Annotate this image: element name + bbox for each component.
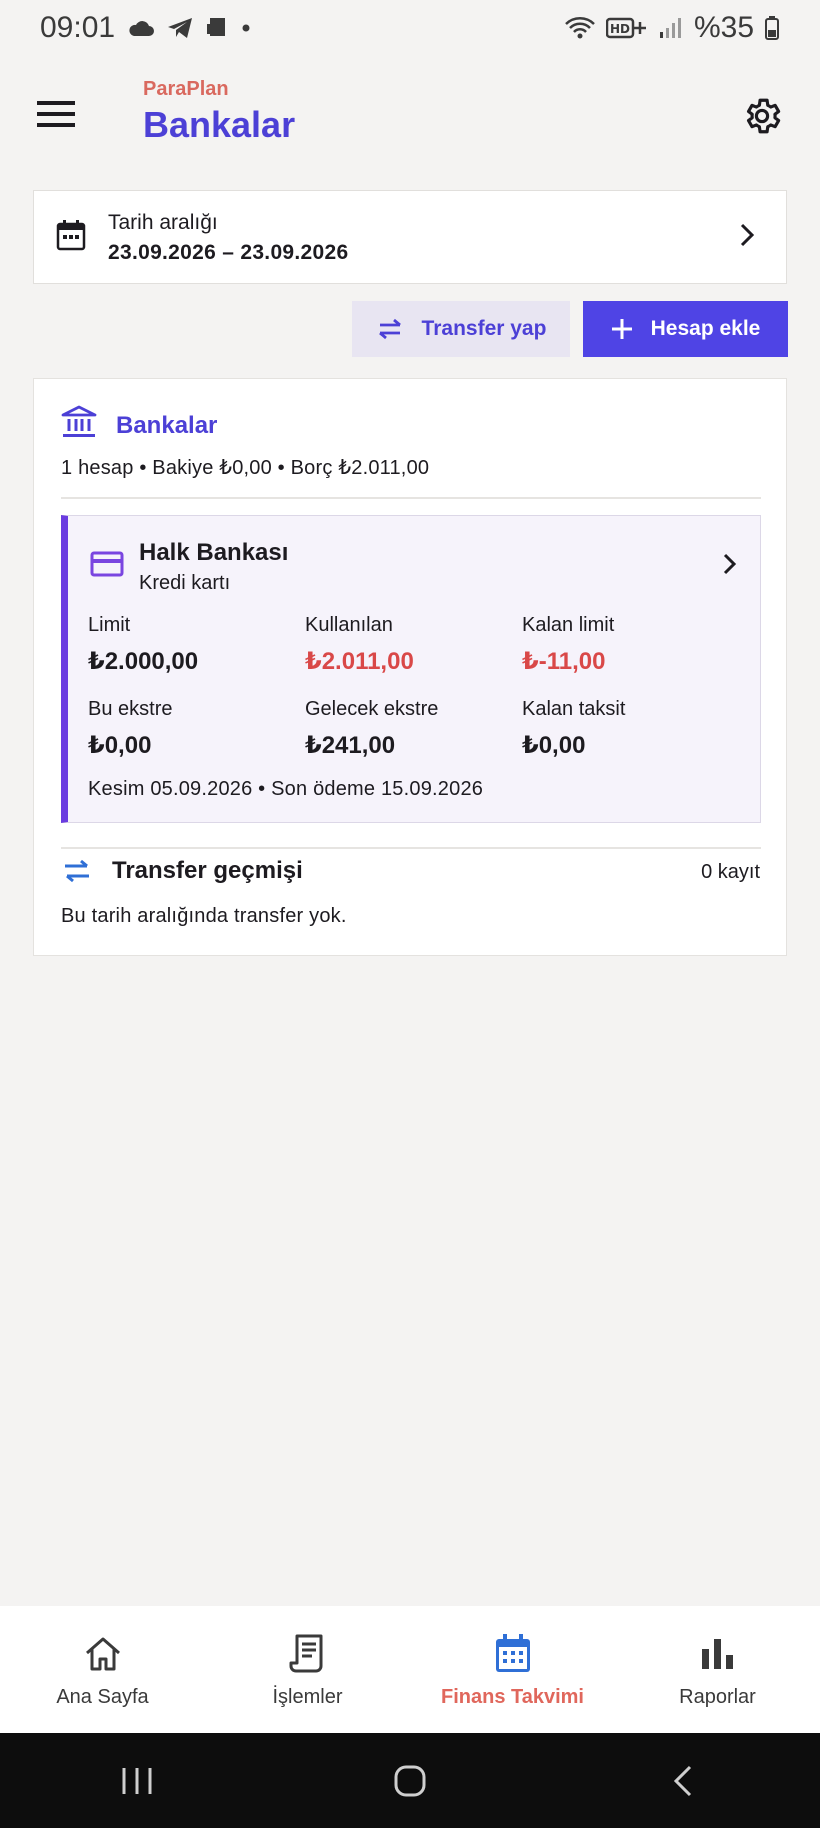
system-navigation-bar <box>0 1733 820 1828</box>
recent-apps-button[interactable] <box>107 1751 167 1811</box>
account-type: Kredi kartı <box>139 572 231 594</box>
transfer-arrows-icon <box>65 859 89 883</box>
gear-icon <box>746 98 781 134</box>
nav-home[interactable]: Ana Sayfa <box>0 1606 205 1733</box>
metric-label: Bu ekstre <box>88 698 173 720</box>
back-button[interactable] <box>653 1751 713 1811</box>
status-time: 09:01 <box>40 11 116 44</box>
transfer-button[interactable]: Transfer yap <box>352 301 570 357</box>
wifi-icon <box>565 17 595 39</box>
home-system-button[interactable] <box>380 1751 440 1811</box>
metric-label: Kalan taksit <box>522 698 626 720</box>
bar-chart-icon <box>701 1639 733 1669</box>
metric-value: ₺2.011,00 <box>305 648 414 675</box>
date-range-label: Tarih aralığı <box>108 211 218 234</box>
battery-charging-icon <box>765 16 779 40</box>
page-title: Bankalar <box>143 104 296 145</box>
transfer-history-empty: Bu tarih aralığında transfer yok. <box>61 905 347 927</box>
cloud-icon <box>129 21 155 36</box>
metric-used: Kullanılan ₺2.011,00 <box>305 614 414 676</box>
nav-finance-calendar[interactable]: Finans Takvimi <box>410 1606 615 1733</box>
divider <box>61 497 761 499</box>
status-bar: 09:01 HD %35 <box>0 0 820 56</box>
date-range-value: 23.09.2026 – 23.09.2026 <box>108 241 349 264</box>
account-name: Halk Bankası <box>139 539 289 566</box>
back-chevron-icon <box>674 1765 692 1796</box>
metric-value: ₺2.000,00 <box>88 648 199 675</box>
nav-transactions[interactable]: İşlemler <box>205 1606 410 1733</box>
add-account-button-label: Hesap ekle <box>650 317 761 340</box>
metric-value: ₺-11,00 <box>522 648 606 675</box>
metric-remaining-limit: Kalan limit ₺-11,00 <box>522 614 614 676</box>
home-icon <box>85 1637 120 1671</box>
transfer-history-title: Transfer geçmişi <box>112 857 303 884</box>
date-range-selector[interactable]: Tarih aralığı 23.09.2026 – 23.09.2026 <box>33 190 787 284</box>
hd-plus-icon: HD <box>605 17 646 39</box>
chevron-right-icon <box>740 223 755 247</box>
nav-label: Raporlar <box>679 1686 756 1708</box>
plus-icon <box>611 319 632 339</box>
battery-percent: %35 <box>693 11 754 44</box>
calendar-icon <box>495 1634 530 1672</box>
menu-button[interactable] <box>30 88 82 140</box>
metric-label: Kullanılan <box>305 614 393 636</box>
metric-label: Gelecek ekstre <box>305 698 439 720</box>
nav-label: Ana Sayfa <box>56 1686 149 1708</box>
metric-limit: Limit ₺2.000,00 <box>88 614 198 676</box>
telegram-icon <box>168 18 193 38</box>
account-card-halk-bankasi[interactable]: Halk Bankası Kredi kartı Limit ₺2.000,00… <box>61 515 761 823</box>
nav-label: Finans Takvimi <box>440 1686 584 1708</box>
metric-next-statement: Gelecek ekstre ₺241,00 <box>305 698 438 760</box>
dot-icon <box>242 24 250 32</box>
transfer-history-count: 0 kayıt <box>701 861 760 883</box>
account-dates: Kesim 05.09.2026 • Son ödeme 15.09.2026 <box>88 778 484 800</box>
home-circle-icon <box>394 1765 426 1796</box>
receipt-icon <box>289 1634 322 1673</box>
metric-current-statement: Bu ekstre ₺0,00 <box>88 698 172 760</box>
transfer-button-label: Transfer yap <box>421 317 547 340</box>
credit-card-icon <box>90 551 124 577</box>
swap-arrows-icon <box>378 318 401 340</box>
app-header: ParaPlan Bankalar <box>0 60 820 170</box>
svg-text:HD: HD <box>610 22 630 36</box>
app-name: ParaPlan <box>143 78 229 100</box>
nav-label: İşlemler <box>272 1686 343 1708</box>
calendar-icon <box>56 220 86 251</box>
metric-label: Limit <box>88 614 131 636</box>
metric-remaining-installments: Kalan taksit ₺0,00 <box>522 698 625 760</box>
banks-card: Bankalar 1 hesap • Bakiye ₺0,00 • Borç ₺… <box>33 378 787 956</box>
recent-apps-icon <box>122 1767 152 1794</box>
settings-button[interactable] <box>734 88 790 144</box>
app-notification-icon <box>207 18 226 36</box>
metric-value: ₺241,00 <box>305 732 396 759</box>
banks-summary: 1 hesap • Bakiye ₺0,00 • Borç ₺2.011,00 <box>61 457 430 479</box>
banks-title: Bankalar <box>116 412 218 439</box>
bank-icon <box>61 405 97 437</box>
signal-icon <box>659 18 681 38</box>
metric-value: ₺0,00 <box>522 732 586 759</box>
nav-reports[interactable]: Raporlar <box>615 1606 820 1733</box>
metric-value: ₺0,00 <box>88 732 152 759</box>
chevron-right-icon <box>723 553 737 575</box>
hamburger-menu-icon <box>37 101 75 127</box>
add-account-button[interactable]: Hesap ekle <box>583 301 788 357</box>
bottom-navigation: Ana Sayfa İşlemler Finans Takvimi Raporl… <box>0 1606 820 1733</box>
divider <box>61 847 761 849</box>
metric-label: Kalan limit <box>522 614 615 636</box>
